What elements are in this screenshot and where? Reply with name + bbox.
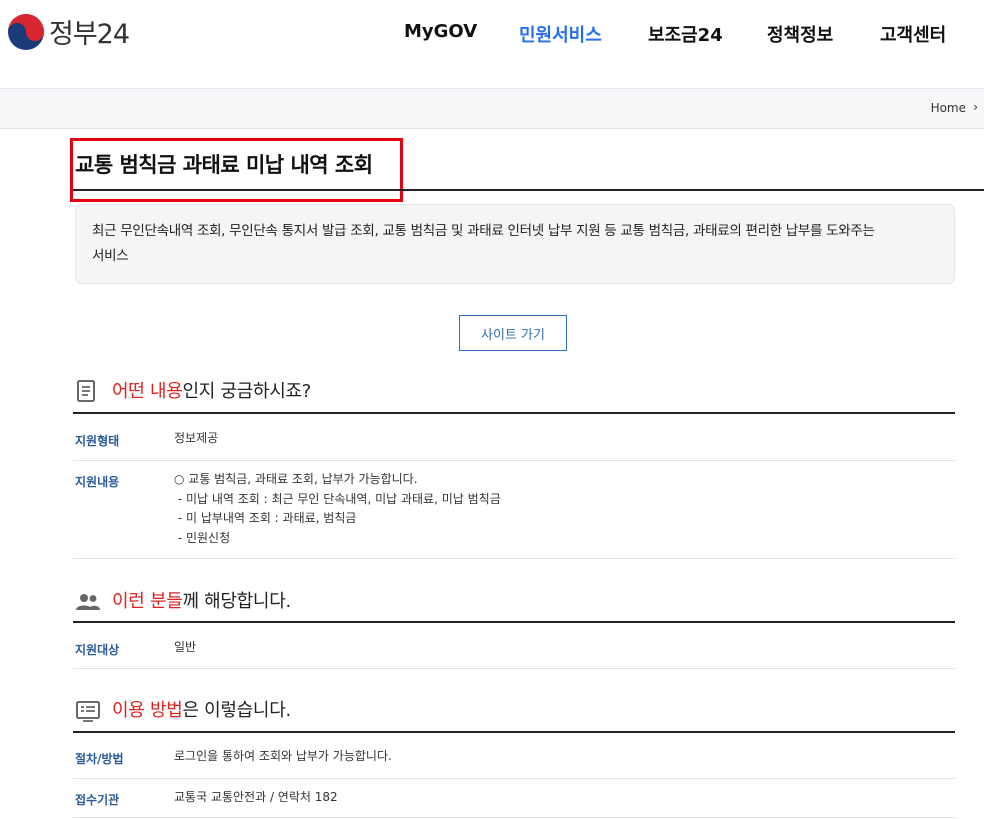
section-divider (73, 621, 955, 623)
row-value-procedure: 로그인을 통하여 조회와 납부가 가능합니다. (174, 749, 392, 763)
site-header: 정부24 MyGOV 민원서비스 보조금24 정책정보 고객센터 (0, 0, 984, 88)
row-label-support-type: 지원형태 (75, 434, 120, 448)
section-divider (73, 731, 955, 733)
section-who-header: 이런 분들께 해당합니다. (75, 587, 955, 617)
row-value-target: 일반 (174, 640, 197, 654)
nav-item-civil-service[interactable]: 민원서비스 (519, 21, 602, 47)
breadcrumb-home[interactable]: Home (931, 101, 966, 115)
section-title-accent: 어떤 내용 (112, 381, 183, 402)
content-line: - 민원신청 (174, 530, 231, 545)
content-line: - 미납 내역 조회 : 최근 무인 단속내역, 미납 과태료, 미납 범칙금 (174, 491, 501, 506)
highlight-annotation (70, 138, 403, 202)
row-value-agency: 교통국 교통안전과 / 연락처 182 (174, 790, 338, 804)
nav-item-mygov[interactable]: MyGOV (404, 21, 477, 42)
content-line: ○ 교통 범칙금, 과태료 조회, 납부가 가능합니다. (174, 472, 418, 486)
row-label-agency: 접수기관 (75, 793, 120, 807)
description-line: 최근 무인단속내역 조회, 무인단속 통지서 발급 조회, 교통 범칙금 및 과… (92, 223, 875, 239)
row-value-support-content: ○ 교통 범칙금, 과태료 조회, 납부가 가능합니다. - 미납 내역 조회 … (174, 470, 501, 548)
chevron-right-icon: › (973, 100, 978, 114)
row-divider (73, 558, 955, 559)
section-title-accent: 이용 방법 (112, 700, 183, 721)
section-title-rest: 은 이렇습니다. (182, 700, 291, 721)
section-what-header: 어떤 내용인지 궁금하시죠? (75, 377, 955, 407)
title-divider (73, 189, 984, 191)
nav-item-policy[interactable]: 정책정보 (767, 21, 833, 47)
row-label-target: 지원대상 (75, 643, 120, 657)
section-title-rest: 인지 궁금하시죠? (182, 381, 311, 402)
go-to-site-button[interactable]: 사이트 가기 (459, 315, 567, 351)
people-icon (75, 591, 101, 617)
section-title: 어떤 내용인지 궁금하시죠? (112, 377, 311, 403)
row-divider (73, 778, 955, 779)
breadcrumb: Home › (0, 88, 984, 129)
nav-item-subsidy[interactable]: 보조금24 (648, 21, 723, 47)
content-line: - 미 납부내역 조회 : 과태료, 범칙금 (174, 511, 357, 525)
section-title-accent: 이런 분들 (112, 591, 183, 612)
list-card-icon (75, 700, 101, 726)
main-nav: MyGOV 민원서비스 보조금24 정책정보 고객센터 (0, 21, 984, 47)
section-divider (73, 412, 955, 414)
row-divider (73, 668, 955, 669)
description-line: 서비스 (92, 248, 129, 264)
service-description: 최근 무인단속내역 조회, 무인단속 통지서 발급 조회, 교통 범칙금 및 과… (75, 204, 955, 284)
nav-item-customer-center[interactable]: 고객센터 (880, 21, 946, 47)
section-how-header: 이용 방법은 이렇습니다. (75, 696, 955, 726)
section-title-rest: 께 해당합니다. (182, 591, 291, 612)
row-value-support-type: 정보제공 (174, 431, 219, 445)
section-title: 이용 방법은 이렇습니다. (112, 696, 291, 722)
row-label-procedure: 절차/방법 (75, 752, 124, 766)
row-divider (73, 460, 955, 461)
section-title: 이런 분들께 해당합니다. (112, 587, 291, 613)
row-divider (73, 817, 955, 818)
row-label-support-content: 지원내용 (75, 475, 120, 489)
document-icon (75, 379, 97, 407)
